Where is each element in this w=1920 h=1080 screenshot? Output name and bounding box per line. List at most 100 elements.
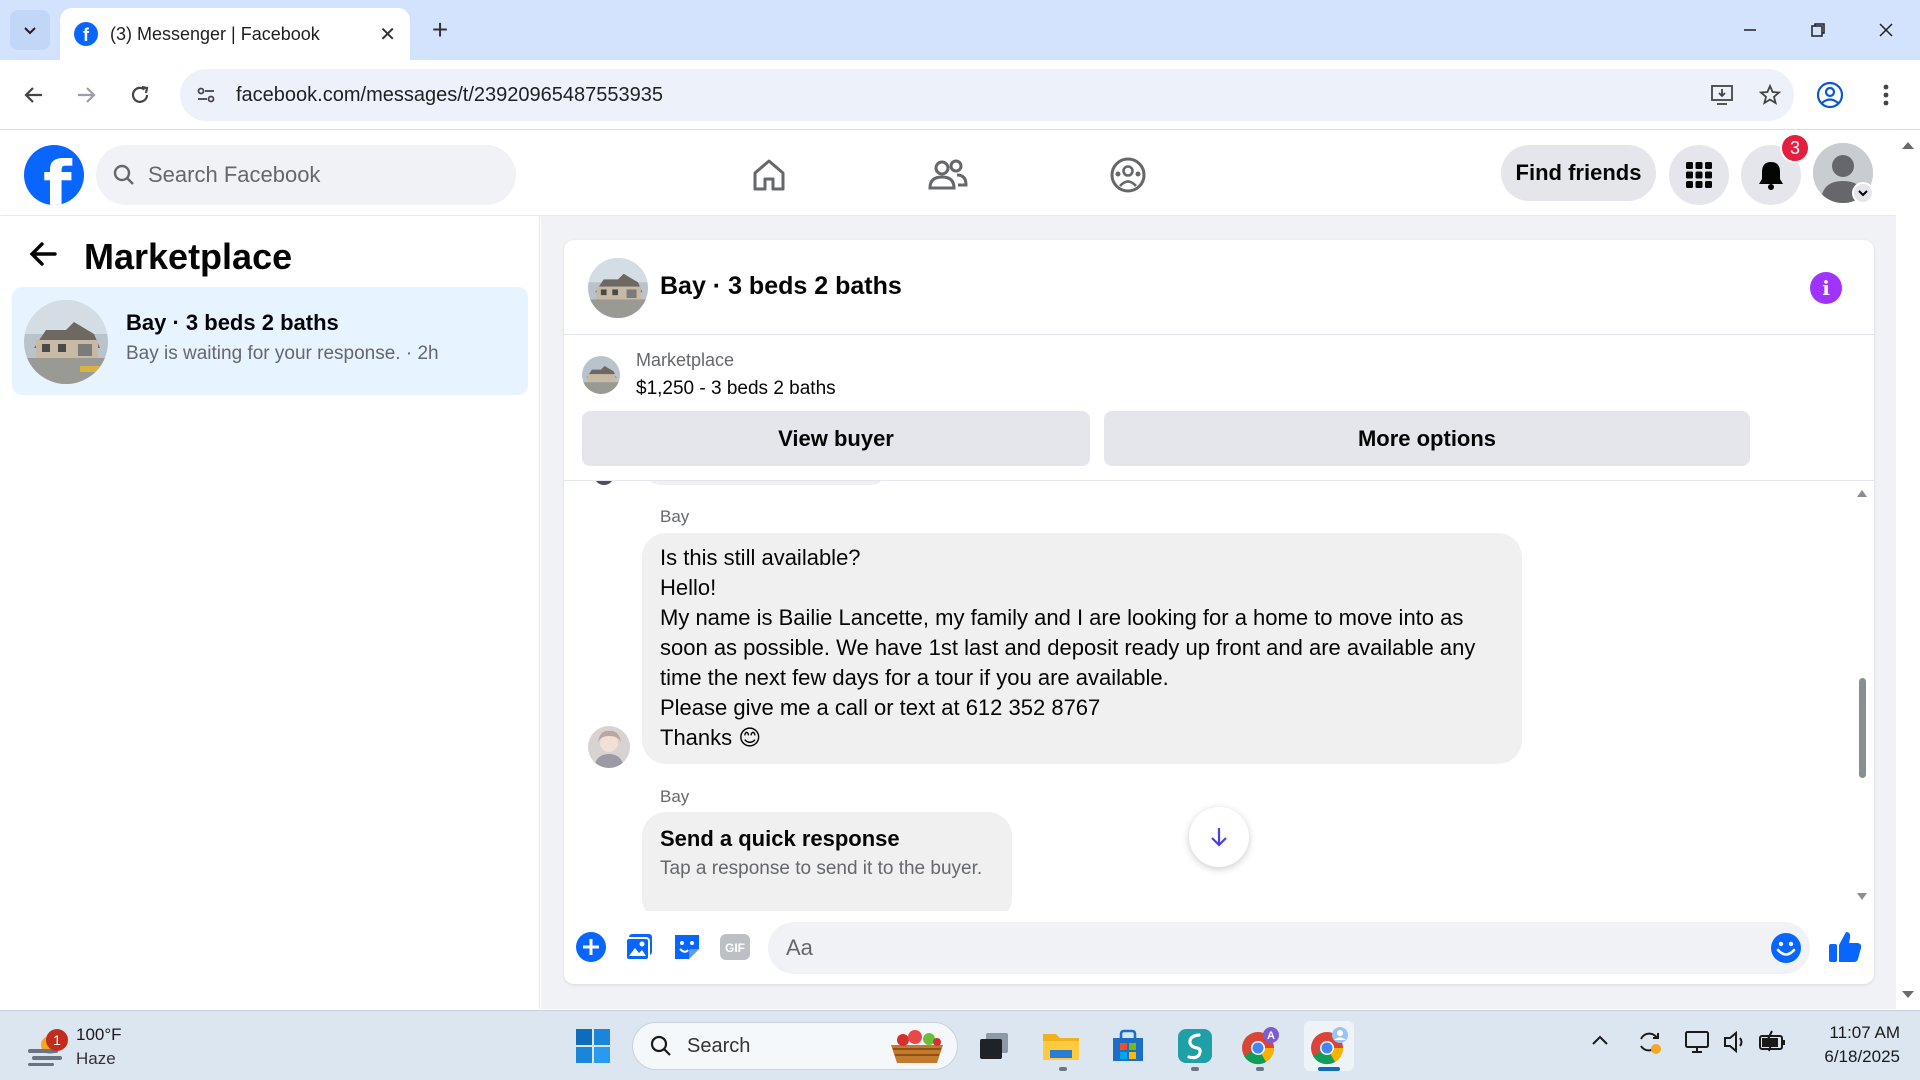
- page-scrollbar[interactable]: [1896, 131, 1920, 1009]
- photo-icon[interactable]: [622, 930, 656, 964]
- quick-response-card[interactable]: Send a quick response Tap a response to …: [642, 812, 1012, 911]
- clock-time: 11:07 AM: [1829, 1023, 1900, 1042]
- file-explorer-button[interactable]: [1041, 1026, 1081, 1066]
- task-view-icon: [980, 1033, 1008, 1059]
- smile-emoji: 😊: [738, 726, 762, 751]
- chrome-profile-a-button[interactable]: A: [1240, 1026, 1280, 1066]
- battery-charging-icon[interactable]: [1758, 1029, 1788, 1061]
- chat-title[interactable]: Bay · 3 beds 2 baths: [660, 272, 902, 301]
- nav-friends[interactable]: [922, 149, 974, 201]
- chrome-icon: A: [1242, 1027, 1279, 1065]
- window-controls: [1716, 0, 1920, 60]
- message-line-text: Thanks: [660, 725, 733, 750]
- notification-badge: 3: [1780, 133, 1810, 163]
- chrome-icon: [1311, 1027, 1348, 1065]
- bookmark-star-icon[interactable]: [1746, 84, 1794, 106]
- sticker-icon[interactable]: [670, 930, 704, 964]
- message-scrollbar[interactable]: [1854, 485, 1870, 905]
- message-input[interactable]: [786, 935, 1746, 961]
- tab-close-icon[interactable]: ✕: [379, 22, 396, 47]
- conversation-title: Bay · 3 beds 2 baths: [126, 310, 339, 335]
- listing-label: Marketplace: [636, 350, 735, 370]
- view-buyer-button[interactable]: View buyer: [582, 411, 1090, 466]
- arrow-left-icon: [24, 87, 42, 103]
- message-line: soon as possible. We have 1st last and d…: [660, 635, 1476, 660]
- conversation-item[interactable]: Bay · 3 beds 2 baths Bay is waiting for …: [12, 287, 528, 395]
- message-line: My name is Bailie Lancette, my family an…: [660, 605, 1464, 630]
- message-bubble[interactable]: Is this still available? Hello! My name …: [642, 533, 1522, 764]
- scroll-up-arrow-icon: [1857, 490, 1867, 497]
- taskbar-search[interactable]: Search: [632, 1022, 958, 1070]
- new-tab-button[interactable]: +: [424, 14, 456, 46]
- system-clock[interactable]: 11:07 AM 6/18/2025: [1800, 1021, 1900, 1069]
- store-icon: [1113, 1029, 1143, 1061]
- browser-profile-icon[interactable]: [1812, 77, 1848, 113]
- facebook-search-box[interactable]: [96, 145, 516, 205]
- listing-price-title[interactable]: $1,250 - 3 beds 2 baths: [636, 378, 836, 400]
- back-arrow-icon[interactable]: [28, 238, 58, 277]
- find-friends-button[interactable]: Find friends: [1501, 145, 1656, 201]
- chat-listing-thumbnail[interactable]: [588, 258, 648, 318]
- plus-circle-icon[interactable]: [574, 930, 608, 964]
- minimize-icon: [1744, 29, 1756, 31]
- weather-widget[interactable]: 1 100°F Haze: [24, 1021, 134, 1071]
- grid-menu-icon: [1686, 162, 1712, 188]
- minimize-button[interactable]: [1716, 0, 1784, 60]
- search-icon: [113, 164, 134, 185]
- chrome-active-button[interactable]: [1304, 1021, 1354, 1071]
- clock-date: 6/18/2025: [1824, 1047, 1900, 1066]
- task-view-button[interactable]: [974, 1026, 1014, 1066]
- nav-home[interactable]: [743, 149, 795, 201]
- sender-name: Bay: [660, 507, 690, 526]
- install-app-icon[interactable]: [1698, 84, 1746, 106]
- address-bar[interactable]: facebook.com/messages/t/2392096548755393…: [180, 69, 1794, 121]
- previous-avatar-edge: [594, 481, 614, 485]
- close-icon: [1879, 23, 1893, 37]
- house-photo-icon: [588, 258, 648, 318]
- facebook-logo-icon[interactable]: f: [24, 145, 84, 205]
- message-input-box[interactable]: [768, 922, 1810, 974]
- surfshark-app-button[interactable]: [1175, 1026, 1215, 1066]
- search-input[interactable]: [148, 162, 468, 188]
- like-thumbs-up-icon[interactable]: [1826, 928, 1864, 966]
- nav-groups[interactable]: [1102, 149, 1154, 201]
- back-button[interactable]: [14, 75, 54, 115]
- groups-icon: [1110, 157, 1146, 193]
- forward-button[interactable]: [66, 75, 106, 115]
- message-line: Thanks 😊: [660, 723, 1504, 754]
- reload-button[interactable]: [120, 75, 160, 115]
- svg-text:A: A: [1267, 1030, 1275, 1042]
- weather-condition: Haze: [76, 1049, 116, 1068]
- browser-tab-active[interactable]: f (3) Messenger | Facebook ✕: [60, 8, 410, 60]
- facebook-favicon-icon: f: [74, 22, 98, 46]
- scroll-thumb: [1859, 678, 1866, 778]
- sender-avatar[interactable]: [588, 726, 630, 768]
- running-indicator: [1059, 1067, 1067, 1071]
- chevron-down-icon: [24, 27, 36, 35]
- folder-icon: [1043, 1034, 1079, 1060]
- listing-small-thumbnail[interactable]: [582, 356, 620, 394]
- site-info-icon[interactable]: [180, 85, 232, 105]
- account-chevron-icon[interactable]: [1852, 182, 1874, 204]
- windows-taskbar: 1 100°F Haze Search A 11:07 AM 6/18/2025: [0, 1010, 1920, 1080]
- info-icon[interactable]: i: [1810, 272, 1842, 304]
- weather-temperature: 100°F: [76, 1025, 122, 1044]
- network-icon[interactable]: [1684, 1029, 1712, 1061]
- restore-button[interactable]: [1784, 0, 1852, 60]
- tab-search-button[interactable]: [10, 10, 50, 50]
- tray-overflow-chevron-icon[interactable]: [1590, 1031, 1610, 1057]
- start-button[interactable]: [573, 1026, 613, 1066]
- more-options-button[interactable]: More options: [1104, 411, 1750, 466]
- sync-status-icon[interactable]: [1636, 1029, 1662, 1061]
- close-window-button[interactable]: [1852, 0, 1920, 60]
- browser-menu-icon[interactable]: [1872, 75, 1900, 115]
- scroll-down-arrow-icon: [1857, 893, 1867, 900]
- search-highlight-picnic-icon: [891, 1030, 943, 1063]
- url-text: facebook.com/messages/t/2392096548755393…: [236, 83, 663, 106]
- microsoft-store-button[interactable]: [1108, 1026, 1148, 1066]
- emoji-icon[interactable]: [1770, 932, 1802, 969]
- gif-icon[interactable]: GIF: [718, 930, 752, 964]
- scroll-to-bottom-button[interactable]: [1189, 807, 1249, 867]
- volume-icon[interactable]: [1722, 1029, 1748, 1061]
- menu-grid-button[interactable]: [1669, 145, 1729, 205]
